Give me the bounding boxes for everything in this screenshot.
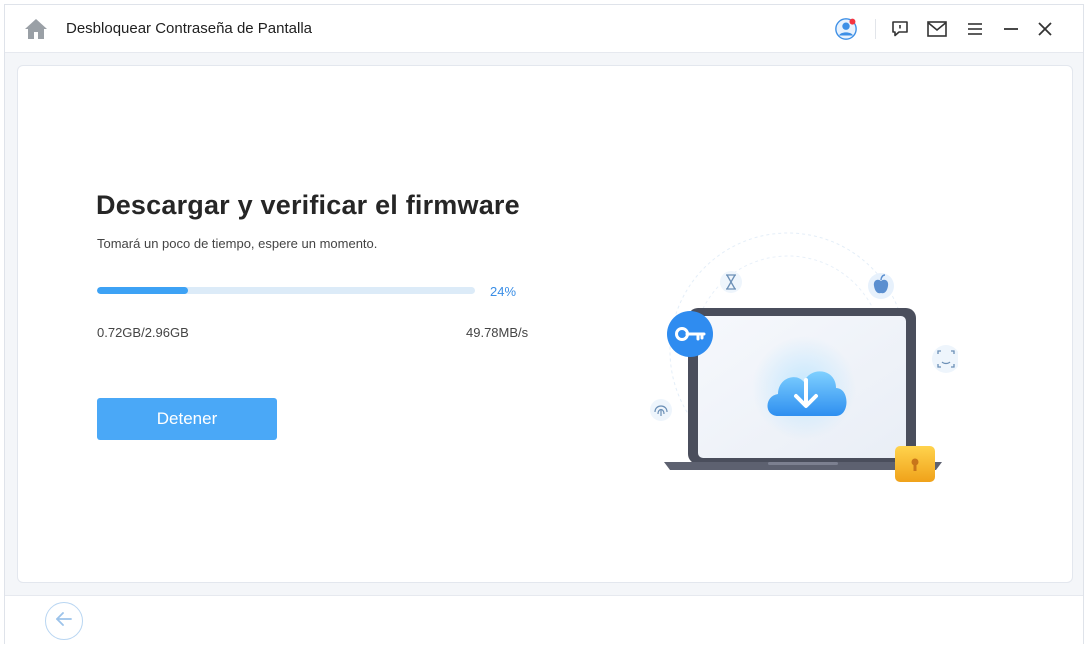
face-id-icon (932, 345, 960, 373)
fingerprint-icon (650, 399, 672, 421)
minimize-icon[interactable] (999, 17, 1023, 41)
key-icon (667, 311, 713, 357)
content-card: Descargar y verificar el firmware Tomará… (17, 65, 1073, 583)
app-window: Desbloquear Contraseña de Pantalla Desca… (4, 4, 1084, 645)
stop-button[interactable]: Detener (97, 398, 277, 440)
download-progress-fill (97, 287, 188, 294)
download-progress-bar (97, 287, 475, 294)
hourglass-icon (720, 271, 742, 293)
close-icon[interactable] (1033, 17, 1057, 41)
footer-bar (5, 595, 1083, 645)
firmware-illustration (618, 216, 960, 486)
downloaded-size: 0.72GB/2.96GB (97, 325, 189, 340)
mail-icon[interactable] (925, 17, 949, 41)
progress-percent: 24% (490, 284, 517, 299)
title-bar: Desbloquear Contraseña de Pantalla (5, 5, 1083, 53)
user-account-icon[interactable] (834, 17, 858, 41)
arrow-left-icon (55, 611, 73, 631)
cloud-download-icon (752, 336, 856, 440)
page-subtitle: Tomará un poco de tiempo, espere un mome… (97, 236, 378, 251)
home-icon[interactable] (23, 17, 49, 41)
feedback-icon[interactable] (888, 17, 912, 41)
titlebar-separator (875, 19, 876, 39)
download-speed: 49.78MB/s (466, 325, 529, 340)
menu-icon[interactable] (963, 17, 987, 41)
back-button[interactable] (45, 602, 83, 640)
page-title: Descargar y verificar el firmware (96, 190, 520, 220)
padlock-icon (895, 446, 935, 482)
apple-icon (868, 273, 894, 299)
main-area: Descargar y verificar el firmware Tomará… (5, 53, 1083, 595)
app-title: Desbloquear Contraseña de Pantalla (66, 20, 312, 37)
